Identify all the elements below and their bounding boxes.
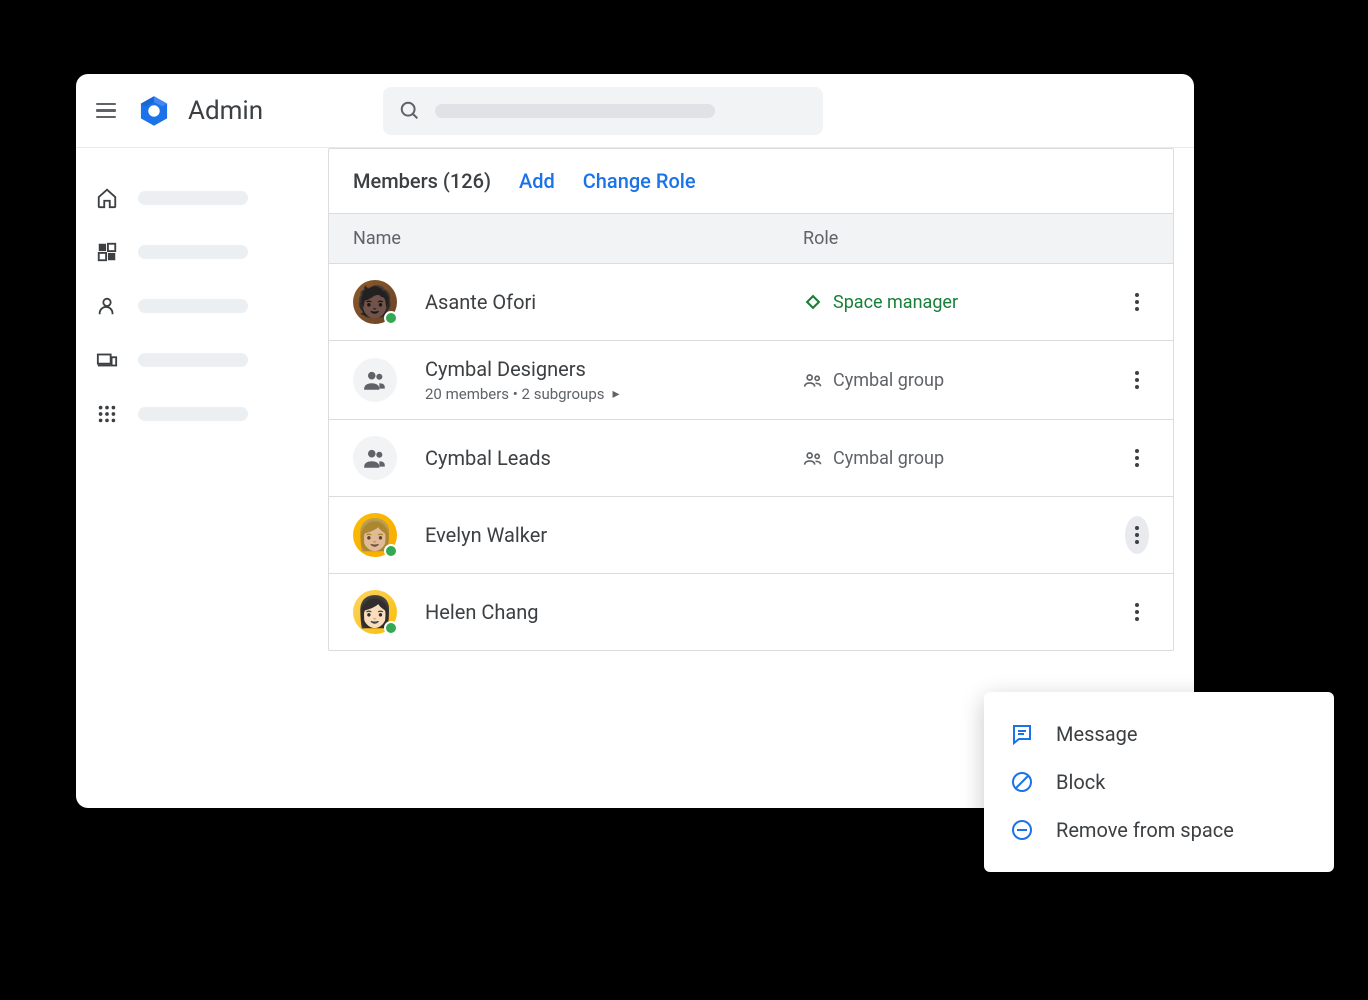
- menu-label: Remove from space: [1056, 818, 1234, 842]
- presence-indicator: [384, 544, 398, 558]
- table-row[interactable]: Cymbal Leads Cymbal group: [329, 420, 1173, 497]
- role-cell: Space manager: [803, 292, 1125, 313]
- sidebar-item-dashboard[interactable]: [96, 232, 308, 272]
- avatar: [353, 358, 397, 402]
- sidebar-item-home[interactable]: [96, 178, 308, 218]
- context-menu: Message Block Remove from space: [984, 692, 1334, 872]
- menu-item-message[interactable]: Message: [984, 710, 1334, 758]
- sidebar-item-devices[interactable]: [96, 340, 308, 380]
- menu-icon[interactable]: [96, 99, 120, 123]
- panel-title: Members (126): [353, 169, 491, 193]
- group-icon: [803, 448, 823, 468]
- avatar: 👩🏻: [353, 590, 397, 634]
- menu-item-block[interactable]: Block: [984, 758, 1334, 806]
- group-icon: [803, 370, 823, 390]
- search-input[interactable]: [383, 87, 823, 135]
- home-icon: [96, 187, 118, 209]
- more-button[interactable]: [1125, 361, 1149, 399]
- menu-label: Message: [1056, 722, 1137, 746]
- remove-icon: [1010, 818, 1034, 842]
- search-icon: [399, 100, 421, 122]
- member-name: Helen Chang: [425, 600, 803, 624]
- menu-item-remove[interactable]: Remove from space: [984, 806, 1334, 854]
- sidebar-item-users[interactable]: [96, 286, 308, 326]
- column-name-header: Name: [353, 228, 803, 249]
- avatar: 👩🏼: [353, 513, 397, 557]
- column-header-row: Name Role: [329, 213, 1173, 264]
- table-row[interactable]: Cymbal Designers 20 members • 2 subgroup…: [329, 341, 1173, 420]
- more-button[interactable]: [1125, 593, 1149, 631]
- member-name: Cymbal Leads: [425, 446, 803, 470]
- devices-icon: [96, 349, 118, 371]
- role-cell: Cymbal group: [803, 448, 1125, 469]
- menu-label: Block: [1056, 770, 1105, 794]
- sidebar: [76, 148, 328, 808]
- table-row[interactable]: 👩🏼 Evelyn Walker: [329, 497, 1173, 574]
- diamond-icon: [803, 292, 823, 312]
- member-name: Asante Ofori: [425, 290, 803, 314]
- change-role-button[interactable]: Change Role: [583, 169, 696, 193]
- app-title: Admin: [188, 96, 263, 126]
- header: Admin: [76, 74, 1194, 148]
- member-name: Cymbal Designers: [425, 357, 803, 381]
- avatar: [353, 436, 397, 480]
- chevron-right-icon: ▸: [612, 386, 619, 402]
- table-row[interactable]: 🧑🏿 Asante Ofori Space manager: [329, 264, 1173, 341]
- member-sub-info: 20 members • 2 subgroups▸: [425, 385, 803, 403]
- dashboard-icon: [96, 241, 118, 263]
- admin-window: Admin: [76, 74, 1194, 808]
- members-panel: Members (126) Add Change Role Name Role …: [328, 148, 1174, 651]
- more-button[interactable]: [1125, 516, 1149, 554]
- avatar: 🧑🏿: [353, 280, 397, 324]
- panel-header: Members (126) Add Change Role: [329, 149, 1173, 213]
- more-button[interactable]: [1125, 439, 1149, 477]
- apps-icon: [96, 403, 118, 425]
- admin-logo-icon: [136, 93, 172, 129]
- column-role-header: Role: [803, 228, 838, 249]
- member-name: Evelyn Walker: [425, 523, 803, 547]
- person-icon: [96, 295, 118, 317]
- main-content: Members (126) Add Change Role Name Role …: [328, 148, 1194, 808]
- role-cell: Cymbal group: [803, 370, 1125, 391]
- presence-indicator: [384, 621, 398, 635]
- message-icon: [1010, 722, 1034, 746]
- sidebar-item-apps[interactable]: [96, 394, 308, 434]
- more-button[interactable]: [1125, 283, 1149, 321]
- table-row[interactable]: 👩🏻 Helen Chang: [329, 574, 1173, 650]
- search-placeholder: [435, 104, 715, 118]
- group-icon: [362, 445, 388, 471]
- add-button[interactable]: Add: [519, 169, 555, 193]
- block-icon: [1010, 770, 1034, 794]
- presence-indicator: [384, 311, 398, 325]
- group-icon: [362, 367, 388, 393]
